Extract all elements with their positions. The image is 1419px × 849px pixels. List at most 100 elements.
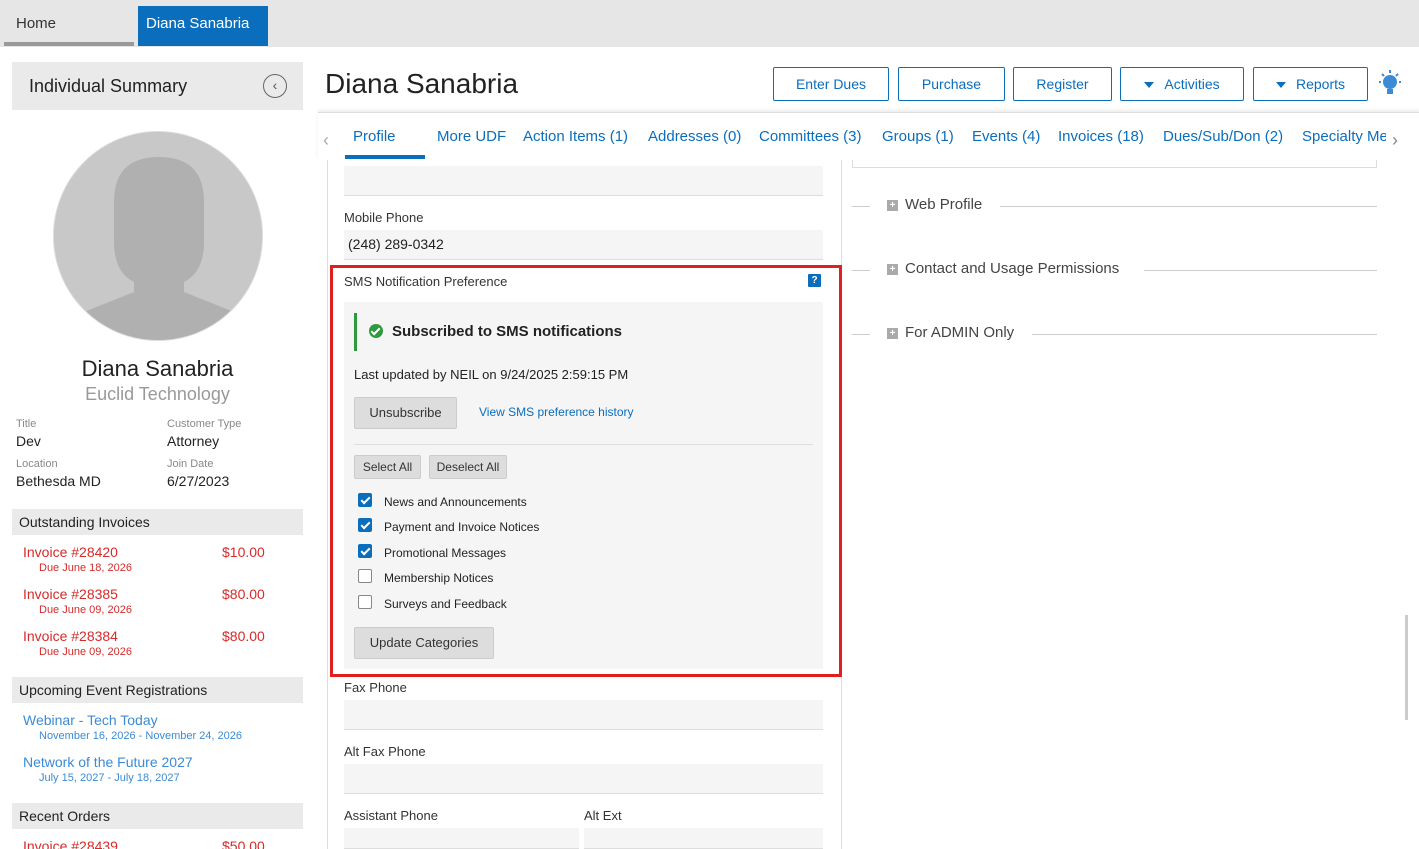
event-dates: November 16, 2026 - November 24, 2026 (39, 730, 243, 742)
update-categories-button[interactable]: Update Categories (354, 627, 494, 659)
tab-diana-sanabria[interactable]: Diana Sanabria (138, 6, 268, 46)
lightbulb-icon[interactable] (1377, 70, 1403, 98)
summary-header: Individual Summary ‹ (12, 62, 303, 110)
tab-addresses[interactable]: Addresses (0) (648, 128, 741, 145)
active-tab-indicator (345, 155, 425, 159)
sms-preference-panel (344, 302, 823, 669)
invoice-amount: $80.00 (222, 586, 265, 602)
tab-committees[interactable]: Committees (3) (759, 128, 862, 145)
section-label: For ADMIN Only (905, 324, 1027, 341)
tab-profile[interactable]: Profile (353, 128, 396, 145)
category-checkbox[interactable] (358, 493, 372, 507)
check-circle-icon (369, 324, 383, 338)
section-label: Contact and Usage Permissions (905, 260, 1132, 277)
upcoming-events-header: Upcoming Event Registrations (12, 677, 303, 703)
summary-title: Individual Summary (29, 76, 188, 96)
tabs-scroll-left-icon[interactable]: ‹ (323, 130, 329, 151)
category-checkbox[interactable] (358, 595, 372, 609)
section-contact-usage-permissions[interactable]: + Contact and Usage Permissions (852, 260, 1377, 280)
expand-plus-icon[interactable]: + (887, 200, 898, 211)
invoice-due: Due June 09, 2026 (39, 604, 132, 616)
event-dates: July 15, 2027 - July 18, 2027 (39, 772, 180, 784)
category-checkbox[interactable] (358, 518, 372, 532)
invoice-link[interactable]: Invoice #28420 (23, 544, 118, 560)
order-link[interactable]: Invoice #28439 (23, 838, 118, 849)
sms-preference-label: SMS Notification Preference (344, 274, 508, 289)
individual-summary-panel: Individual Summary ‹ Diana Sanabria Eucl… (12, 62, 303, 849)
expand-plus-icon[interactable]: + (887, 328, 898, 339)
divider (354, 444, 813, 445)
tab-home[interactable]: Home (4, 6, 134, 46)
alt-ext-field[interactable] (584, 828, 823, 849)
title-value: Dev (16, 433, 41, 449)
enter-dues-button[interactable]: Enter Dues (773, 67, 889, 101)
reports-label: Reports (1295, 76, 1346, 92)
category-checkbox[interactable] (358, 569, 372, 583)
category-label: News and Announcements (384, 495, 527, 509)
fax-phone-label: Fax Phone (344, 680, 407, 695)
sms-history-link[interactable]: View SMS preference history (479, 405, 634, 419)
person-name: Diana Sanabria (81, 356, 234, 381)
invoice-due: Due June 09, 2026 (39, 646, 132, 658)
vertical-scrollbar[interactable] (1405, 615, 1408, 720)
person-organization: Euclid Technology (85, 384, 230, 404)
category-label: Promotional Messages (384, 546, 507, 560)
category-label: Payment and Invoice Notices (384, 520, 540, 534)
alt-fax-phone-label: Alt Fax Phone (344, 744, 426, 759)
status-accent-bar (354, 313, 357, 351)
category-label: Membership Notices (384, 571, 494, 585)
fax-phone-field[interactable] (344, 700, 823, 730)
tab-specialty[interactable]: Specialty Me (1302, 128, 1386, 145)
sms-status: Subscribed to SMS notifications (392, 323, 623, 340)
deselect-all-button[interactable]: Deselect All (429, 455, 507, 479)
assistant-phone-label: Assistant Phone (344, 808, 438, 823)
unsubscribe-button[interactable]: Unsubscribe (354, 397, 457, 429)
section-admin-only[interactable]: + For ADMIN Only (852, 324, 1377, 344)
tabs-scroll-right-icon[interactable]: › (1392, 130, 1398, 151)
right-panel-box (852, 160, 1377, 168)
assistant-phone-field[interactable] (344, 828, 579, 849)
mobile-phone-label: Mobile Phone (344, 210, 424, 225)
location-value: Bethesda MD (16, 473, 101, 489)
invoice-link[interactable]: Invoice #28384 (23, 628, 118, 644)
tab-invoices[interactable]: Invoices (18) (1058, 128, 1144, 145)
tab-dues-sub-don[interactable]: Dues/Sub/Don (2) (1163, 128, 1283, 145)
avatar (53, 131, 263, 341)
title-label: Title (16, 418, 37, 430)
top-tab-bar: Home Diana Sanabria (0, 0, 1419, 47)
select-all-button[interactable]: Select All (354, 455, 421, 479)
alt-fax-phone-field[interactable] (344, 764, 823, 794)
recent-orders-header: Recent Orders (12, 803, 303, 829)
tab-action-items[interactable]: Action Items (1) (523, 128, 628, 145)
mobile-phone-field[interactable]: (248) 289-0342 (344, 230, 823, 260)
section-web-profile[interactable]: + Web Profile (852, 196, 1377, 216)
tab-groups[interactable]: Groups (1) (882, 128, 954, 145)
order-amount: $50.00 (222, 838, 265, 849)
reports-button[interactable]: Reports (1253, 67, 1368, 101)
tab-more-udf[interactable]: More UDF (437, 128, 506, 145)
page-title: Diana Sanabria (325, 68, 519, 99)
activities-label: Activities (1164, 76, 1220, 92)
join-date-label: Join Date (167, 458, 214, 470)
customer-type-label: Customer Type (167, 418, 242, 430)
register-button[interactable]: Register (1013, 67, 1112, 101)
alt-ext-label: Alt Ext (584, 808, 622, 823)
phone-field-above[interactable] (344, 166, 823, 196)
expand-plus-icon[interactable]: + (887, 264, 898, 275)
event-link[interactable]: Network of the Future 2027 (23, 754, 193, 770)
event-link[interactable]: Webinar - Tech Today (23, 712, 158, 728)
category-label: Surveys and Feedback (384, 597, 507, 611)
location-label: Location (16, 458, 58, 470)
activities-button[interactable]: Activities (1120, 67, 1244, 101)
last-updated-text: Last updated by NEIL on 9/24/2025 2:59:1… (354, 367, 629, 382)
category-checkbox[interactable] (358, 544, 372, 558)
collapse-chevron-icon[interactable]: ‹ (263, 74, 287, 98)
invoice-amount: $10.00 (222, 544, 265, 560)
tab-events[interactable]: Events (4) (972, 128, 1040, 145)
join-date-value: 6/27/2023 (167, 473, 230, 489)
customer-type-value: Attorney (167, 433, 220, 449)
invoice-link[interactable]: Invoice #28385 (23, 586, 118, 602)
purchase-button[interactable]: Purchase (898, 67, 1005, 101)
help-icon[interactable]: ? (808, 274, 821, 287)
caret-down-icon (1275, 82, 1286, 89)
